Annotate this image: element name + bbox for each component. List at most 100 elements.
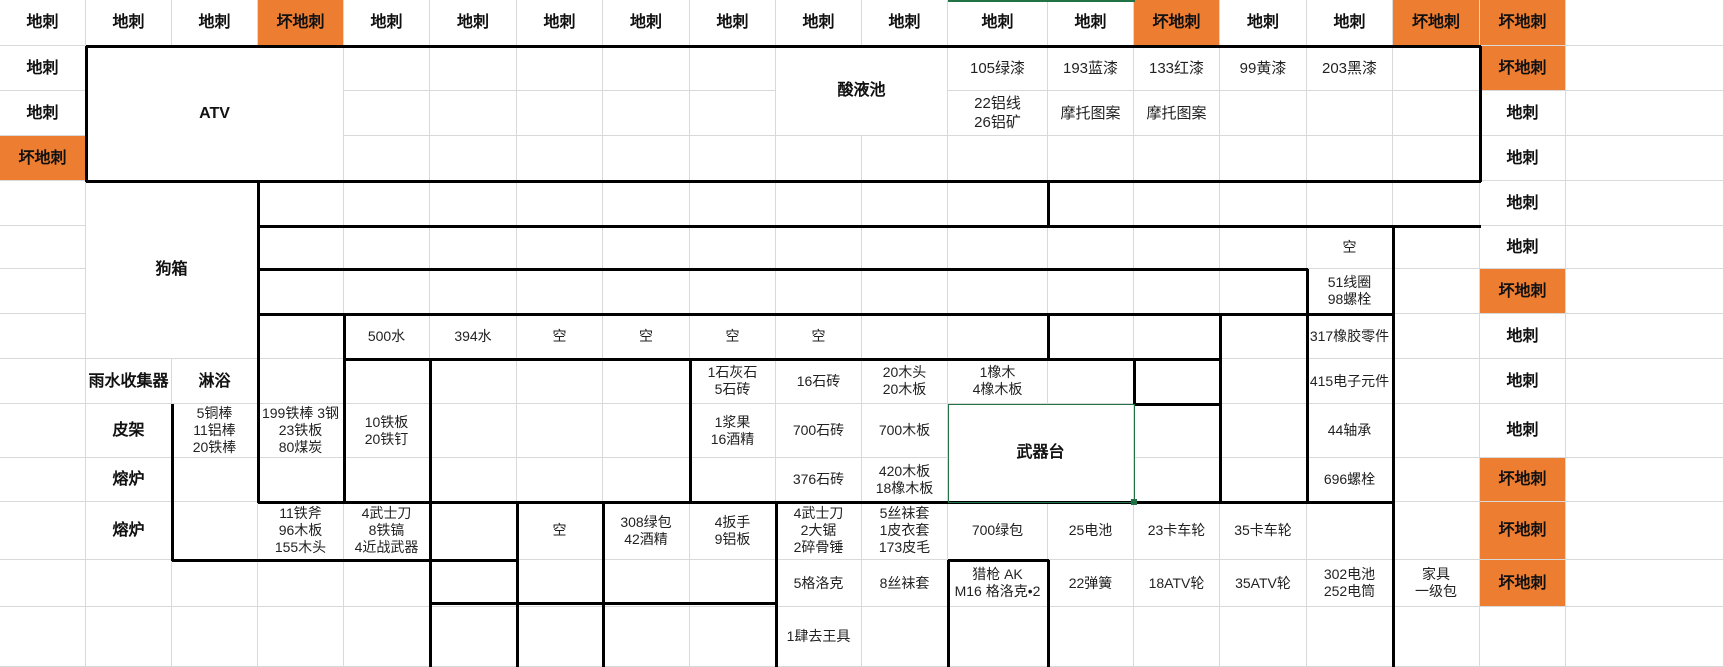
cell-empty[interactable] bbox=[0, 181, 86, 226]
cell-empty[interactable] bbox=[0, 314, 86, 359]
cell-item[interactable]: 4武士刀 2大锯 2碎骨锤 bbox=[776, 502, 862, 560]
cell-empty[interactable] bbox=[1134, 359, 1220, 404]
cell-item[interactable]: 摩托图案 bbox=[1048, 91, 1134, 136]
cell-item[interactable]: 25电池 bbox=[1048, 502, 1134, 560]
cell-empty[interactable] bbox=[517, 136, 603, 181]
cell-item[interactable]: 500水 bbox=[344, 314, 430, 359]
cell-item[interactable]: 700石砖 bbox=[776, 404, 862, 458]
cell-atv[interactable]: ATV bbox=[86, 46, 344, 181]
cell-item[interactable]: 空 bbox=[603, 314, 690, 359]
cell-empty[interactable] bbox=[1220, 359, 1307, 404]
spreadsheet-grid[interactable]: 地刺 地刺 地刺 坏地刺 地刺 地刺 地刺 地刺 地刺 地刺 地刺 地刺 地刺 坏地刺 地刺 地刺 坏地刺 坏地刺… bbox=[0, 0, 1724, 667]
cell-item[interactable]: 空 bbox=[776, 314, 862, 359]
cell-empty[interactable] bbox=[0, 404, 86, 458]
cell-spike[interactable]: 地刺 bbox=[517, 0, 603, 46]
cell-empty[interactable] bbox=[258, 314, 344, 359]
cell-spike[interactable]: 坏地刺 bbox=[1480, 560, 1566, 607]
cell-empty[interactable] bbox=[430, 46, 517, 91]
cell-item[interactable]: 376石砖 bbox=[776, 458, 862, 502]
cell-item[interactable]: 105绿漆 bbox=[948, 46, 1048, 91]
cell-item[interactable]: 35ATV轮 bbox=[1220, 560, 1307, 607]
cell-empty[interactable] bbox=[344, 226, 430, 269]
cell-empty[interactable] bbox=[258, 269, 344, 314]
cell-empty[interactable] bbox=[172, 502, 258, 560]
cell-empty[interactable] bbox=[1480, 607, 1566, 667]
cell-empty[interactable] bbox=[862, 226, 948, 269]
cell-weapon-bench[interactable]: 武器台 bbox=[948, 404, 1134, 502]
cell-empty[interactable] bbox=[1134, 314, 1220, 359]
cell-item[interactable]: 133红漆 bbox=[1134, 46, 1220, 91]
cell-item[interactable]: 317橡胶零件 bbox=[1307, 314, 1393, 359]
cell-spike[interactable]: 坏地刺 bbox=[1393, 0, 1480, 46]
cell-empty[interactable] bbox=[344, 181, 430, 226]
cell-item[interactable]: 51线圈 98螺栓 bbox=[1307, 269, 1393, 314]
cell-empty[interactable] bbox=[603, 269, 690, 314]
cell-empty[interactable] bbox=[1134, 181, 1220, 226]
cell-empty[interactable] bbox=[603, 181, 690, 226]
cell-item[interactable]: 18ATV轮 bbox=[1134, 560, 1220, 607]
cell-item[interactable]: 44轴承 bbox=[1307, 404, 1393, 458]
cell-empty[interactable] bbox=[430, 502, 517, 560]
cell-empty[interactable] bbox=[430, 404, 517, 458]
cell-empty[interactable] bbox=[258, 181, 344, 226]
cell-empty[interactable] bbox=[1220, 136, 1307, 181]
cell-item[interactable]: 22铝线 26铝矿 bbox=[948, 91, 1048, 136]
cell-item[interactable]: 23卡车轮 bbox=[1134, 502, 1220, 560]
cell-item[interactable]: 摩托图案 bbox=[1134, 91, 1220, 136]
cell-spike[interactable]: 坏地刺 bbox=[258, 0, 344, 46]
cell-empty[interactable] bbox=[1566, 91, 1724, 136]
cell-empty[interactable] bbox=[430, 91, 517, 136]
cell-spike[interactable]: 地刺 bbox=[430, 0, 517, 46]
cell-empty[interactable] bbox=[1048, 359, 1134, 404]
cell-empty[interactable] bbox=[517, 91, 603, 136]
cell-empty[interactable] bbox=[258, 458, 344, 502]
cell-empty[interactable] bbox=[517, 226, 603, 269]
cell-spike[interactable]: 地刺 bbox=[862, 0, 948, 46]
cell-empty[interactable] bbox=[517, 269, 603, 314]
cell-empty[interactable] bbox=[1566, 404, 1724, 458]
cell-empty[interactable] bbox=[862, 181, 948, 226]
cell-empty[interactable] bbox=[172, 560, 258, 607]
cell-label[interactable]: 雨水收集器 bbox=[86, 359, 172, 404]
cell-empty[interactable] bbox=[1393, 91, 1480, 136]
cell-item[interactable]: 1橡木 4橡木板 bbox=[948, 359, 1048, 404]
cell-empty[interactable] bbox=[1566, 607, 1724, 667]
cell-empty[interactable] bbox=[1048, 314, 1134, 359]
cell-empty[interactable] bbox=[430, 226, 517, 269]
cell-empty[interactable] bbox=[1048, 269, 1134, 314]
cell-item[interactable]: 4扳手 9铝板 bbox=[690, 502, 776, 560]
cell-spike[interactable]: 坏地刺 bbox=[1480, 502, 1566, 560]
cell-empty[interactable] bbox=[1393, 136, 1480, 181]
cell-empty[interactable] bbox=[517, 458, 603, 502]
cell-item[interactable]: 5格洛克 bbox=[776, 560, 862, 607]
cell-empty[interactable] bbox=[1393, 458, 1480, 502]
cell-item[interactable]: 700绿包 bbox=[948, 502, 1048, 560]
cell-item[interactable]: 1浆果 16酒精 bbox=[690, 404, 776, 458]
cell-empty[interactable] bbox=[430, 136, 517, 181]
cell-spike[interactable]: 地刺 bbox=[603, 0, 690, 46]
cell-empty[interactable] bbox=[948, 226, 1048, 269]
cell-empty[interactable] bbox=[603, 404, 690, 458]
cell-empty[interactable] bbox=[1566, 458, 1724, 502]
cell-empty[interactable] bbox=[1566, 0, 1724, 46]
cell-spike[interactable]: 地刺 bbox=[1480, 226, 1566, 269]
cell-item[interactable]: 420木板 18橡木板 bbox=[862, 458, 948, 502]
cell-empty[interactable] bbox=[1307, 91, 1393, 136]
cell-item[interactable]: 家具 一级包 bbox=[1393, 560, 1480, 607]
cell-empty[interactable] bbox=[1393, 46, 1480, 91]
cell-empty[interactable] bbox=[603, 560, 690, 607]
cell-empty[interactable] bbox=[1566, 560, 1724, 607]
cell-item[interactable]: 8丝袜套 bbox=[862, 560, 948, 607]
cell-item[interactable]: 20木头 20木板 bbox=[862, 359, 948, 404]
cell-empty[interactable] bbox=[344, 458, 430, 502]
cell-empty[interactable] bbox=[1307, 502, 1393, 560]
cell-spike[interactable]: 地刺 bbox=[776, 0, 862, 46]
cell-empty[interactable] bbox=[862, 269, 948, 314]
cell-empty[interactable] bbox=[1393, 314, 1480, 359]
cell-empty[interactable] bbox=[690, 560, 776, 607]
cell-empty[interactable] bbox=[258, 560, 344, 607]
cell-label[interactable]: 熔炉 bbox=[86, 502, 172, 560]
cell-item[interactable]: 4武士刀 8铁镐 4近战武器 bbox=[344, 502, 430, 560]
cell-spike[interactable]: 地刺 bbox=[1480, 91, 1566, 136]
cell-empty[interactable] bbox=[776, 226, 862, 269]
